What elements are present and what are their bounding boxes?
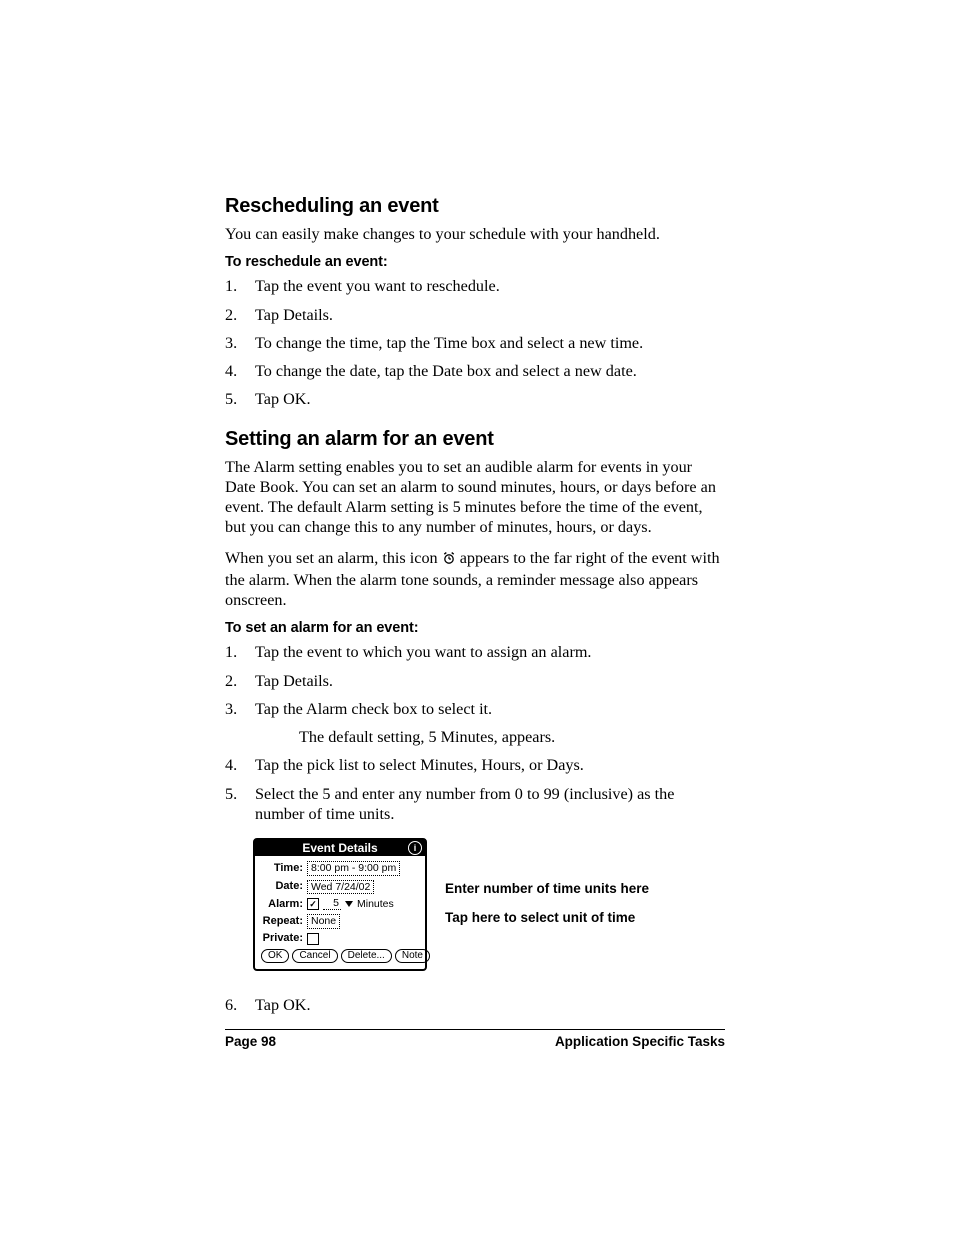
step: Select the 5 and enter any number from 0…	[225, 784, 725, 825]
section-heading-alarm: Setting an alarm for an event	[225, 428, 725, 451]
alarm-label: Alarm:	[261, 899, 303, 910]
alarm-clock-icon	[442, 550, 456, 570]
sub-heading-set-alarm: To set an alarm for an event:	[225, 620, 725, 636]
step: Tap the event to which you want to assig…	[225, 642, 725, 662]
event-details-figure: Event Details i Time: 8:00 pm - 9:00 pm …	[253, 838, 725, 971]
steps-set-alarm-cont: Tap OK.	[225, 995, 725, 1015]
manual-page-body: Rescheduling an event You can easily mak…	[225, 195, 725, 1049]
date-value-box[interactable]: Wed 7/24/02	[307, 880, 374, 895]
intro-text: You can easily make changes to your sche…	[225, 224, 725, 244]
private-label: Private:	[261, 933, 303, 944]
alarm-unit-label[interactable]: Minutes	[357, 899, 394, 910]
steps-reschedule: Tap the event you want to reschedule. Ta…	[225, 276, 725, 409]
step: To change the time, tap the Time box and…	[225, 333, 725, 353]
step: Tap the event you want to reschedule.	[225, 276, 725, 296]
ok-button[interactable]: OK	[261, 949, 289, 963]
private-checkbox[interactable]	[307, 933, 319, 945]
step: Tap the pick list to select Minutes, Hou…	[225, 755, 725, 775]
chapter-name: Application Specific Tasks	[555, 1034, 725, 1049]
alarm-para-1: The Alarm setting enables you to set an …	[225, 457, 725, 538]
page-footer: Page 98 Application Specific Tasks	[225, 1029, 725, 1049]
alarm-para-2: When you set an alarm, this icon appears…	[225, 548, 725, 611]
step: Tap the Alarm check box to select it. Th…	[225, 699, 725, 748]
dropdown-arrow-icon[interactable]	[345, 901, 353, 907]
note-button[interactable]: Note	[395, 949, 430, 963]
step: Tap Details.	[225, 671, 725, 691]
cancel-button[interactable]: Cancel	[292, 949, 337, 963]
date-label: Date:	[261, 881, 303, 892]
check-icon: ✓	[309, 900, 317, 909]
step: Tap OK.	[225, 995, 725, 1015]
alarm-value-field[interactable]: 5	[323, 898, 341, 910]
page-number: Page 98	[225, 1034, 276, 1049]
step: Tap Details.	[225, 305, 725, 325]
step: To change the date, tap the Date box and…	[225, 361, 725, 381]
dialog-body: Time: 8:00 pm - 9:00 pm Date: Wed 7/24/0…	[255, 856, 425, 969]
figure-callouts: Enter number of time units here Tap here…	[445, 881, 649, 927]
repeat-label: Repeat:	[261, 916, 303, 927]
alarm-checkbox[interactable]: ✓	[307, 898, 319, 910]
dialog-title-bar: Event Details i	[255, 840, 425, 856]
step-sub-note: The default setting, 5 Minutes, appears.	[299, 727, 725, 747]
callout-enter-units: Enter number of time units here	[445, 881, 649, 898]
time-label: Time:	[261, 863, 303, 874]
steps-set-alarm: Tap the event to which you want to assig…	[225, 642, 725, 824]
repeat-value-box[interactable]: None	[307, 914, 340, 929]
dialog-title: Event Details	[302, 842, 377, 854]
delete-button[interactable]: Delete...	[341, 949, 392, 963]
callout-tap-unit: Tap here to select unit of time	[445, 910, 649, 927]
step-text: Tap the Alarm check box to select it.	[255, 700, 492, 718]
section-heading-rescheduling: Rescheduling an event	[225, 195, 725, 218]
info-icon[interactable]: i	[408, 841, 422, 855]
alarm-para-2a: When you set an alarm, this icon	[225, 549, 442, 567]
event-details-dialog: Event Details i Time: 8:00 pm - 9:00 pm …	[253, 838, 427, 971]
time-value-box[interactable]: 8:00 pm - 9:00 pm	[307, 861, 400, 876]
step: Tap OK.	[225, 389, 725, 409]
sub-heading-reschedule: To reschedule an event:	[225, 254, 725, 270]
